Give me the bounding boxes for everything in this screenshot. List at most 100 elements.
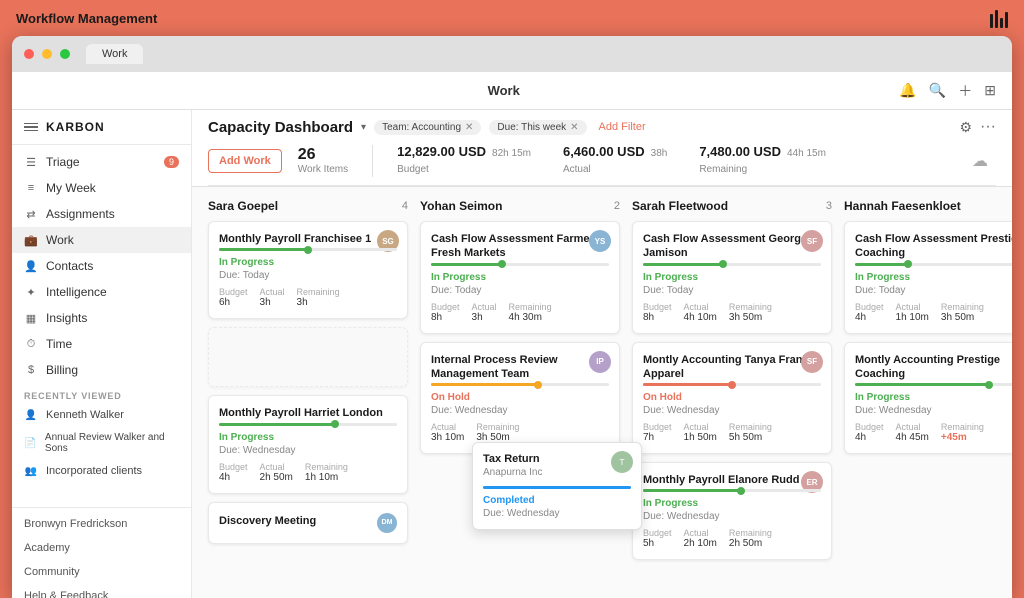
browser-maximize-btn[interactable] bbox=[60, 49, 70, 59]
card-stats: Budget 8h Actual 4h 10m Remaining 3h 50m bbox=[643, 302, 821, 323]
due-label: Due: Today bbox=[431, 285, 609, 296]
remaining-val: 2h 50m bbox=[729, 538, 772, 549]
actual-val: 4h 10m bbox=[684, 312, 717, 323]
status-label: On Hold bbox=[643, 392, 821, 403]
sidebar-item-insights[interactable]: ▦ Insights bbox=[12, 305, 191, 331]
search-icon[interactable]: 🔍 bbox=[929, 82, 946, 99]
progress-bar bbox=[219, 423, 397, 426]
progress-fill bbox=[431, 383, 538, 386]
logo-bars bbox=[990, 8, 1008, 28]
progress-dot bbox=[331, 420, 339, 428]
bell-icon[interactable]: 🔔 bbox=[899, 82, 916, 99]
budget-lbl: Budget bbox=[855, 302, 884, 312]
remaining-lbl: Remaining bbox=[941, 302, 984, 312]
capacity-header: Capacity Dashboard ▾ Team: Accounting ✕ … bbox=[192, 110, 1012, 187]
filter-due-label: Due: This week bbox=[497, 122, 566, 133]
stat-actual: Actual 3h bbox=[472, 302, 497, 323]
recently-item-annual[interactable]: 📄 Annual Review Walker and Sons bbox=[12, 427, 191, 459]
filter-due-close[interactable]: ✕ bbox=[570, 122, 578, 133]
browser-minimize-btn[interactable] bbox=[42, 49, 52, 59]
budget-label: Budget bbox=[397, 164, 429, 175]
plus-icon[interactable]: ＋ bbox=[958, 81, 972, 101]
filter-team-close[interactable]: ✕ bbox=[465, 122, 473, 133]
actual-lbl: Actual bbox=[431, 422, 464, 432]
card-stats: Budget 4h Actual 4h 45m Remaining +45m bbox=[855, 422, 1012, 443]
stat-group-remaining: 7,480.00 USD 44h 15m Remaining bbox=[699, 144, 826, 177]
stat-actual: Actual 1h 10m bbox=[896, 302, 929, 323]
browser-tab[interactable]: Work bbox=[86, 44, 143, 64]
status-label: In Progress bbox=[431, 272, 609, 283]
card-stats: Actual 3h 10m Remaining 3h 50m bbox=[431, 422, 609, 443]
filter-settings-icon[interactable]: ⚙ bbox=[959, 119, 972, 136]
top-nav-title: Work bbox=[488, 83, 520, 98]
progress-fill bbox=[219, 423, 335, 426]
remaining-lbl: Remaining bbox=[305, 462, 348, 472]
sidebar-item-triage[interactable]: ☰ Triage 9 bbox=[12, 149, 191, 175]
progress-fill bbox=[643, 263, 723, 266]
header-actions: ⚙ ··· bbox=[959, 118, 996, 136]
grid-icon[interactable]: ⊞ bbox=[984, 82, 996, 99]
sidebar-item-myweek[interactable]: ≡ My Week bbox=[12, 175, 191, 201]
sidebar-item-contacts[interactable]: 👤 Contacts bbox=[12, 253, 191, 279]
recently-item-incorporated[interactable]: 👥 Incorporated clients bbox=[12, 459, 191, 483]
footer-community[interactable]: Community bbox=[12, 560, 191, 584]
cloud-sync-icon: ☁ bbox=[972, 151, 996, 171]
stat-actual: Actual 4h 45m bbox=[896, 422, 929, 443]
remaining-val: 5h 50m bbox=[729, 432, 772, 443]
sidebar-footer: Bronwyn Fredrickson Academy Community He… bbox=[12, 507, 191, 598]
column-yohan: Yohan Seimon 2 Cash Flow Assessment Farm… bbox=[420, 199, 620, 462]
sidebar-item-intelligence[interactable]: ✦ Intelligence bbox=[12, 279, 191, 305]
sarah-card-2[interactable]: Montly Accounting Tanya Franks Apparel S… bbox=[632, 342, 832, 455]
filter-chip-due[interactable]: Due: This week ✕ bbox=[489, 120, 586, 135]
sidebar-item-time[interactable]: ⏱ Time bbox=[12, 331, 191, 357]
stat-budget: Budget 8h bbox=[431, 302, 460, 323]
insights-label: Insights bbox=[46, 311, 87, 325]
recently-item-kenneth[interactable]: 👤 Kenneth Walker bbox=[12, 403, 191, 427]
add-filter-button[interactable]: Add Filter bbox=[595, 119, 650, 135]
hamburger-icon[interactable] bbox=[24, 123, 38, 132]
capacity-dropdown-arrow[interactable]: ▾ bbox=[361, 122, 366, 133]
sidebar-item-work[interactable]: 💼 Work bbox=[12, 227, 191, 253]
sidebar-nav: ☰ Triage 9 ≡ My Week ⇄ Assignments 💼 bbox=[12, 145, 191, 507]
incorporated-label: Incorporated clients bbox=[46, 465, 142, 477]
yohan-card-1[interactable]: Cash Flow Assessment Farmer Fresh Market… bbox=[420, 221, 620, 334]
browser-close-btn[interactable] bbox=[24, 49, 34, 59]
sarah-card-1[interactable]: Cash Flow Assessment George Jamison SF I… bbox=[632, 221, 832, 334]
sidebar-item-billing[interactable]: $ Billing bbox=[12, 357, 191, 383]
actual-lbl: Actual bbox=[896, 302, 929, 312]
more-options-icon[interactable]: ··· bbox=[980, 118, 996, 136]
group-icon: 👥 bbox=[24, 464, 38, 478]
sara-card-2[interactable] bbox=[208, 327, 408, 387]
add-work-button[interactable]: Add Work bbox=[208, 149, 282, 173]
sidebar-item-assignments[interactable]: ⇄ Assignments bbox=[12, 201, 191, 227]
capacity-title: Capacity Dashboard bbox=[208, 119, 353, 136]
stat-remaining: Remaining 2h 50m bbox=[729, 528, 772, 549]
footer-bronwyn[interactable]: Bronwyn Fredrickson bbox=[12, 512, 191, 536]
sara-card-monthly-harriet[interactable]: Monthly Payroll Harriet London In Progre… bbox=[208, 395, 408, 493]
card-title: Montly Accounting Prestige Coaching bbox=[855, 353, 1012, 382]
column-hannah: Hannah Faesenkloet 2 Cash Flow Assessmen… bbox=[844, 199, 1012, 462]
card-title: Discovery Meeting bbox=[219, 514, 316, 528]
progress-dot bbox=[904, 260, 912, 268]
hannah-card-1[interactable]: Cash Flow Assessment Prestige Coaching H… bbox=[844, 221, 1012, 334]
sara-name: Sara Goepel bbox=[208, 199, 278, 213]
remaining-label: Remaining bbox=[699, 164, 747, 175]
hamburger-line bbox=[24, 123, 38, 125]
card-stats: Budget 6h Actual 3h Remaining 3h bbox=[219, 287, 397, 308]
yohan-card-2[interactable]: Internal Process Review Management Team … bbox=[420, 342, 620, 455]
progress-dot bbox=[304, 246, 312, 254]
intelligence-label: Intelligence bbox=[46, 285, 107, 299]
stat-remaining: Remaining 4h 30m bbox=[509, 302, 552, 323]
sara-card-1[interactable]: Monthly Payroll Franchisee 1 SG In Progr… bbox=[208, 221, 408, 319]
hannah-card-2[interactable]: Montly Accounting Prestige Coaching HF I… bbox=[844, 342, 1012, 455]
progress-bar bbox=[431, 383, 609, 386]
filter-chip-team[interactable]: Team: Accounting ✕ bbox=[374, 120, 481, 135]
person-icon: 👤 bbox=[24, 259, 38, 273]
stat-budget: Budget 4h bbox=[855, 422, 884, 443]
stat-remaining: Remaining 3h 50m bbox=[729, 302, 772, 323]
footer-academy[interactable]: Academy bbox=[12, 536, 191, 560]
sarah-card-3[interactable]: Monthly Payroll Elanore Rudd ER In Progr… bbox=[632, 462, 832, 560]
file-icon: 📄 bbox=[24, 436, 37, 450]
sara-card-discovery[interactable]: Discovery Meeting DM bbox=[208, 502, 408, 544]
status-label: In Progress bbox=[855, 272, 1012, 283]
